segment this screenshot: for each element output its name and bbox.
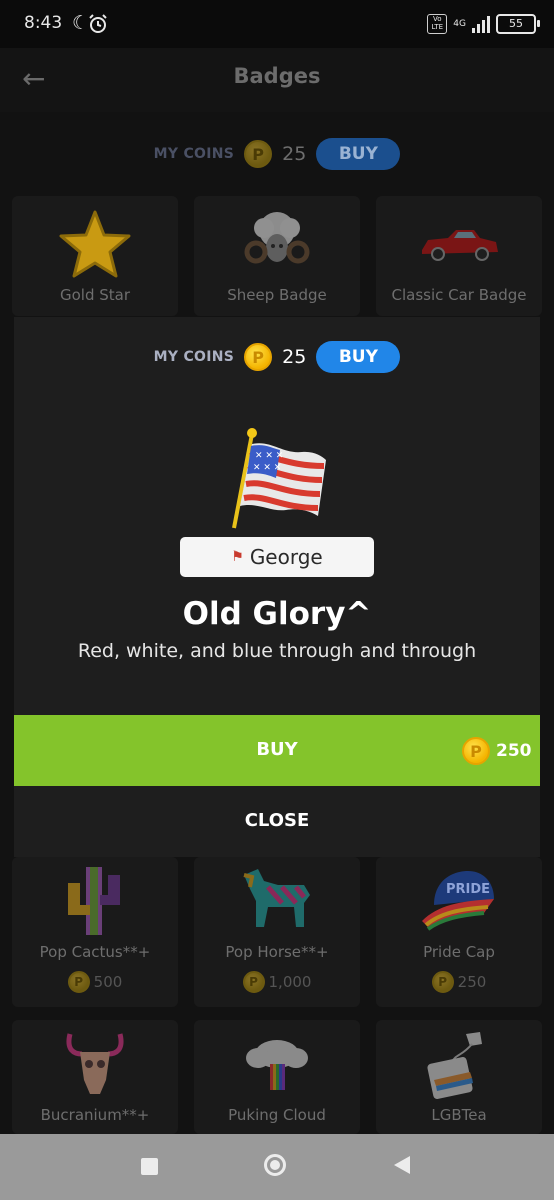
- badge-description: Red, white, and blue through and through: [77, 640, 477, 662]
- badge-card-sheep[interactable]: Sheep Badge: [194, 196, 360, 316]
- price-value: 1,000: [268, 973, 312, 991]
- badge-card-bucranium[interactable]: Bucranium**+: [12, 1020, 178, 1134]
- badge-price: P 500: [12, 971, 178, 993]
- coin-icon: P: [431, 971, 454, 993]
- badge-label: Puking Cloud: [228, 1106, 326, 1124]
- owner-name: George: [249, 545, 323, 569]
- status-icons: Vo LTE 4G 55: [427, 14, 540, 34]
- badge-price: P 1,000: [194, 971, 360, 993]
- flag-badge-icon: ✕ ✕ ✕ ✕ ✕ ✕: [232, 428, 326, 529]
- signal-icon: [472, 15, 490, 33]
- home-icon[interactable]: [264, 1154, 286, 1176]
- gold-star-icon: [59, 210, 131, 278]
- coin-icon: P: [244, 140, 273, 168]
- buy-coins-button[interactable]: BUY: [316, 138, 401, 170]
- recents-icon[interactable]: [141, 1158, 158, 1175]
- bucranium-icon: [66, 1033, 124, 1094]
- network-type: 4G: [453, 19, 466, 29]
- moon-icon: ☾: [72, 12, 90, 34]
- owner-name-chip: ⚑ George: [180, 537, 374, 577]
- coin-icon: P: [242, 971, 265, 993]
- price-value: 500: [93, 973, 123, 991]
- badge-card-pride-cap[interactable]: PRIDE Pride Cap P 250: [376, 857, 542, 1007]
- lgbtea-icon: [427, 1032, 482, 1100]
- battery-icon: 55: [496, 14, 540, 34]
- page-title: Badges: [233, 64, 321, 88]
- alarm-icon: [88, 14, 108, 38]
- back-triangle-icon[interactable]: [394, 1156, 410, 1174]
- pop-horse-icon: [243, 869, 310, 927]
- badge-label: Pop Cactus**+: [39, 943, 151, 961]
- my-coins-label: MY COINS: [153, 349, 235, 365]
- status-time: 8:43: [24, 13, 63, 33]
- price-value: 250: [457, 973, 487, 991]
- pride-text-art: PRIDE: [446, 882, 490, 897]
- badge-label: Classic Car Badge: [391, 286, 527, 304]
- badge-label: Pride Cap: [423, 943, 495, 961]
- badge-card-gold-star[interactable]: Gold Star: [12, 196, 178, 316]
- pride-cap-icon: PRIDE: [422, 871, 494, 931]
- close-button[interactable]: CLOSE: [14, 810, 540, 831]
- badge-card-pop-horse[interactable]: Pop Horse**+ P 1,000: [194, 857, 360, 1007]
- coin-icon: P: [462, 737, 490, 765]
- coin-count: 25: [282, 143, 307, 165]
- badge-label: LGBTea: [431, 1106, 487, 1124]
- buy-coins-button[interactable]: BUY: [316, 341, 401, 373]
- coin-count: 25: [282, 346, 307, 368]
- badge-label: Bucranium**+: [40, 1106, 150, 1124]
- sheep-icon: [244, 212, 310, 264]
- badge-label: Sheep Badge: [227, 286, 327, 304]
- badge-label: Gold Star: [59, 286, 131, 304]
- badge-card-lgbtea[interactable]: LGBTea: [376, 1020, 542, 1134]
- classic-car-icon: [422, 230, 498, 261]
- badge-price: P 250: [376, 971, 542, 993]
- svg-text:✕ ✕ ✕: ✕ ✕ ✕: [253, 463, 281, 473]
- badge-title: Old Glory^: [182, 596, 372, 632]
- badge-card-pop-cactus[interactable]: Pop Cactus**+ P 500: [12, 857, 178, 1007]
- badge-label: Pop Horse**+: [225, 943, 329, 961]
- my-coins-label: MY COINS: [153, 146, 235, 162]
- buy-badge-price: P 250: [462, 737, 532, 765]
- coin-icon: P: [67, 971, 90, 993]
- badge-card-puking-cloud[interactable]: Puking Cloud: [194, 1020, 360, 1134]
- puking-cloud-icon: [246, 1040, 308, 1090]
- volte-icon: Vo LTE: [427, 14, 448, 34]
- coin-icon: P: [244, 343, 273, 371]
- pop-cactus-icon: [68, 867, 120, 935]
- badge-card-classic-car[interactable]: Classic Car Badge: [376, 196, 542, 316]
- price-value: 250: [496, 741, 532, 761]
- small-flag-icon: ⚑: [231, 549, 244, 565]
- svg-text:✕ ✕ ✕: ✕ ✕ ✕: [255, 451, 283, 461]
- coins-row: MY COINS P 25 BUY: [0, 130, 554, 178]
- modal-coins-row: MY COINS P 25 BUY: [0, 340, 554, 374]
